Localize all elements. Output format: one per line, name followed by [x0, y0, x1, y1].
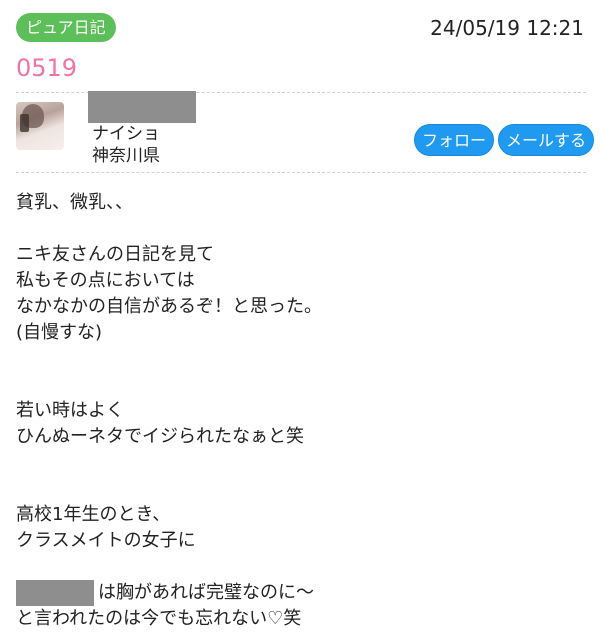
avatar[interactable]: [16, 102, 64, 150]
body-line-text: は胸があれば完璧なのに〜: [98, 582, 314, 603]
body-line: クラスメイトの女子に: [16, 530, 196, 551]
body-line: 若い時はよく: [16, 400, 124, 421]
author-name: ナイショ: [92, 124, 160, 144]
body-line: [16, 450, 586, 476]
body-line: なかなかの自信があるぞ！と思った。: [16, 296, 322, 317]
body-line: [16, 372, 586, 398]
author-location: 神奈川県: [92, 146, 160, 166]
body-line: [16, 216, 586, 242]
body-line: (自慢すな): [16, 322, 103, 343]
post-datetime: 24/05/19 12:21: [430, 16, 584, 40]
mail-button[interactable]: メールする: [498, 124, 594, 156]
body-line: 私もその点においては: [16, 270, 195, 291]
body-line: ニキ友さんの日記を見て: [16, 244, 214, 265]
body-line: [16, 476, 586, 502]
category-badge: ピュア日記: [16, 13, 116, 42]
redacted-name: [16, 580, 94, 606]
body-line: 貧乳、微乳、、: [16, 192, 133, 213]
body-line: ひんぬーネタでイジられたなぁと笑: [16, 426, 304, 447]
follow-button[interactable]: フォロー: [414, 124, 494, 156]
avatar-phone-shape: [20, 114, 29, 132]
divider: [16, 172, 586, 173]
body-line-with-redaction: は胸があれば完璧なのに〜: [16, 580, 586, 606]
redacted-username: [88, 91, 196, 123]
body-line: [16, 346, 586, 372]
entry-title: 0519: [16, 54, 78, 82]
diary-body: 貧乳、微乳、、 ニキ友さんの日記を見て 私もその点においては なかなかの自信があ…: [16, 190, 586, 632]
body-line: と言われたのは今でも忘れない♡笑: [16, 608, 302, 629]
body-line: [16, 554, 586, 580]
body-line: 高校1年生のとき、: [16, 504, 171, 525]
